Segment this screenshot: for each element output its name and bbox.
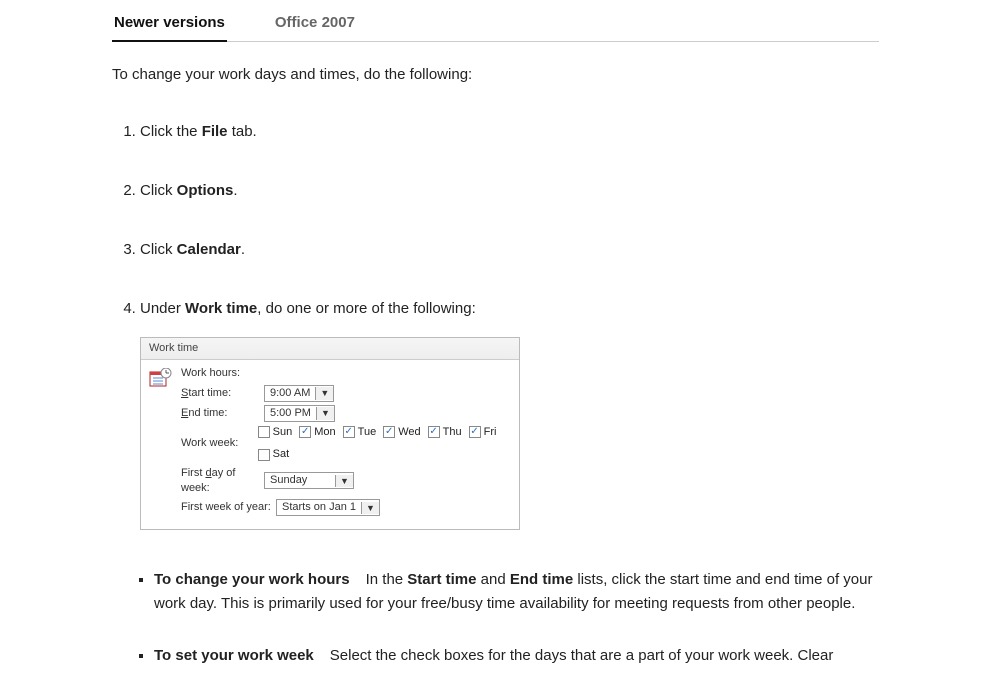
checkbox-icon: ✓: [343, 426, 355, 438]
step-4-text-a: Under: [140, 300, 185, 317]
step-3-text-a: Click: [140, 241, 177, 258]
bullet-1-a: In the: [366, 571, 408, 588]
step-4-text-c: , do one or more of the following:: [257, 300, 475, 317]
day-tue[interactable]: ✓Tue: [343, 425, 377, 440]
end-time-value: 5:00 PM: [265, 406, 316, 421]
start-time-value: 9:00 AM: [265, 386, 315, 401]
bullet-1-c: and: [476, 571, 509, 588]
first-day-value: Sunday: [265, 473, 335, 488]
step-2-text-a: Click: [140, 182, 177, 199]
chevron-down-icon: ▼: [315, 387, 333, 400]
first-day-label: First day of week:: [181, 466, 261, 497]
chevron-down-icon: ▼: [316, 407, 334, 420]
bullet-1-d: End time: [510, 571, 573, 588]
bullet-1-b: Start time: [407, 571, 476, 588]
day-sun[interactable]: Sun: [258, 425, 293, 440]
first-week-label: First week of year:: [181, 500, 273, 515]
chevron-down-icon: ▼: [361, 502, 379, 515]
step-1-bold: File: [202, 123, 228, 140]
step-2-bold: Options: [177, 182, 234, 199]
bullet-1-title: To change your work hours: [154, 571, 350, 588]
first-week-select[interactable]: Starts on Jan 1 ▼: [276, 499, 380, 516]
bullet-2-title: To set your work week: [154, 647, 314, 664]
checkbox-icon: ✓: [469, 426, 481, 438]
step-3-text-c: .: [241, 241, 245, 258]
day-thu[interactable]: ✓Thu: [428, 425, 462, 440]
day-fri[interactable]: ✓Fri: [469, 425, 497, 440]
work-time-screenshot: Work time: [140, 337, 520, 530]
day-mon[interactable]: ✓Mon: [299, 425, 335, 440]
day-wed[interactable]: ✓Wed: [383, 425, 420, 440]
step-1-text-c: tab.: [228, 123, 257, 140]
step-2: Click Options.: [140, 180, 879, 201]
checkbox-icon: ✓: [428, 426, 440, 438]
steps-list: Click the File tab. Click Options. Click…: [112, 121, 879, 530]
chevron-down-icon: ▼: [335, 475, 353, 488]
calendar-clock-icon: [149, 368, 173, 390]
checkbox-icon: ✓: [383, 426, 395, 438]
bullet-change-hours: To change your work hours In the Start ti…: [154, 568, 879, 616]
bullet-set-work-week: To set your work week Select the check bo…: [154, 644, 879, 668]
work-week-label: Work week:: [181, 436, 255, 451]
step-3-bold: Calendar: [177, 241, 241, 258]
first-week-value: Starts on Jan 1: [277, 500, 361, 515]
version-tabs: Newer versions Office 2007: [112, 8, 879, 42]
checkbox-icon: [258, 426, 270, 438]
checkbox-icon: ✓: [299, 426, 311, 438]
day-sat[interactable]: Sat: [258, 447, 290, 462]
end-time-label: End time:: [181, 406, 261, 421]
sub-bullets: To change your work hours In the Start ti…: [112, 568, 879, 668]
first-day-select[interactable]: Sunday ▼: [264, 472, 354, 489]
work-hours-label: Work hours:: [181, 366, 513, 381]
step-2-text-c: .: [233, 182, 237, 199]
checkbox-icon: [258, 449, 270, 461]
intro-text: To change your work days and times, do t…: [112, 66, 879, 83]
tab-newer-versions[interactable]: Newer versions: [112, 8, 227, 41]
step-3: Click Calendar.: [140, 239, 879, 260]
step-4: Under Work time, do one or more of the f…: [140, 298, 879, 530]
start-time-label: Start time:: [181, 386, 261, 401]
start-time-select[interactable]: 9:00 AM ▼: [264, 385, 334, 402]
end-time-select[interactable]: 5:00 PM ▼: [264, 405, 335, 422]
step-1: Click the File tab.: [140, 121, 879, 142]
work-time-header: Work time: [141, 338, 519, 360]
tab-office-2007[interactable]: Office 2007: [273, 8, 357, 41]
bullet-2-rest: Select the check boxes for the days that…: [330, 647, 834, 664]
step-1-text-a: Click the: [140, 123, 202, 140]
step-4-bold: Work time: [185, 300, 257, 317]
